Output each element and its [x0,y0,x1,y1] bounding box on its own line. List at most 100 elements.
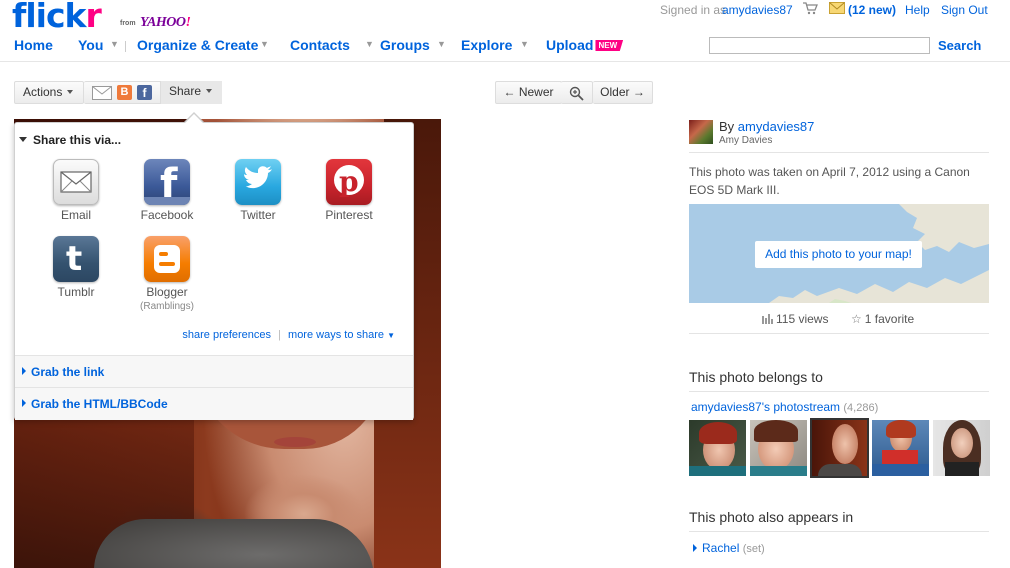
belongs-to-title: This photo belongs to [689,369,823,385]
zoom-in-icon [569,86,585,108]
yahoo-logo: YAHOO! [140,15,191,30]
owner-real-name: Amy Davies [719,135,773,146]
nav-groups[interactable]: Groups [380,37,430,53]
share-twitter-label: Twitter [240,208,276,222]
help-link[interactable]: Help [905,3,930,17]
blogger-share-icon[interactable]: B [117,85,132,100]
more-ways-to-share-link[interactable]: more ways to share ▼ [288,329,395,341]
share-twitter[interactable]: Twitter [218,159,298,222]
divider [689,152,989,153]
photostream-row: amydavies87's photostream (4,286) [691,400,878,414]
expand-arrow-icon [22,399,26,407]
username-link[interactable]: amydavies87 [722,3,793,17]
chevron-down-icon: ▼ [387,331,395,340]
nav-contacts-chevron-down-icon[interactable]: ▼ [365,39,374,49]
nav-explore-chevron-down-icon[interactable]: ▼ [520,39,529,49]
photostream-thumbnail[interactable] [933,420,990,476]
nav-explore[interactable]: Explore [461,37,512,53]
owner-byline: By amydavies87 [719,119,815,134]
grab-link-row[interactable]: Grab the link [15,355,413,387]
share-facebook-label: Facebook [140,208,194,222]
share-preferences-link[interactable]: share preferences [182,329,271,341]
photostream-link[interactable]: amydavies87's photostream [691,400,840,414]
photostream-thumbnail[interactable] [689,420,746,476]
search-input[interactable] [709,37,930,54]
cart-icon[interactable] [802,1,818,18]
mail-icon[interactable] [829,2,845,17]
collapse-caret-icon[interactable] [19,137,27,142]
share-email-label: Email [60,208,91,222]
share-facebook[interactable]: f Facebook [127,159,207,222]
link-separator: | [278,329,281,341]
photostream-thumbnail-selected[interactable] [810,418,869,478]
grab-html-row[interactable]: Grab the HTML/BBCode [15,387,413,420]
signed-in-text: Signed in as [660,3,727,17]
facebook-icon: f [144,159,190,205]
share-popup-title: Share this via... [33,133,122,147]
expand-arrow-icon [693,544,697,552]
owner-username-link[interactable]: amydavies87 [738,119,815,134]
nav-divider [125,41,126,52]
share-links: share preferences | more ways to share ▼ [182,329,395,341]
share-button[interactable]: Share [160,81,222,104]
set-type-label: (set) [742,543,765,555]
sign-out-link[interactable]: Sign Out [941,3,988,17]
nav-upload[interactable]: Upload NEW [546,37,624,53]
grab-html-label: Grab the HTML/BBCode [31,397,168,411]
grab-link-label: Grab the link [31,365,105,379]
photostream-thumbnail[interactable] [750,420,807,476]
chevron-down-icon [67,90,74,94]
share-pinterest[interactable]: p Pinterest [309,159,389,222]
favorites-count[interactable]: ☆ 1 favorite [851,312,914,326]
also-appears-title: This photo also appears in [689,509,854,525]
newer-button[interactable]: ← Newer [495,81,562,104]
nav-you-chevron-down-icon[interactable]: ▼ [110,39,119,49]
share-blogger-label: Blogger [146,285,188,299]
blogger-icon [144,236,190,282]
nav-contacts[interactable]: Contacts [290,37,350,53]
logo-from-text: from [120,20,136,27]
tumblr-icon: t [53,236,99,282]
older-button[interactable]: Older → [593,81,653,104]
nav-groups-chevron-down-icon[interactable]: ▼ [437,39,446,49]
nav-home[interactable]: Home [14,37,53,53]
expand-arrow-icon [22,367,26,375]
share-popup: Share this via... Email f Facebook Twitt… [14,122,414,420]
add-to-map-button[interactable]: Add this photo to your map! [755,241,922,268]
photostream-thumbnail[interactable] [872,420,929,476]
nav-organize-chevron-down-icon[interactable]: ▼ [260,39,269,49]
actions-button[interactable]: Actions [14,81,84,104]
share-tumblr[interactable]: t Tumblr [36,236,116,299]
nav-you[interactable]: You [78,37,103,53]
star-icon: ☆ [851,312,862,326]
photo-info-text: This photo was taken on April 7, 2012 us… [689,165,970,197]
site-header: flickr from YAHOO! Signed in as amydavie… [0,0,1010,62]
share-bar: B f Share [84,81,222,104]
facebook-share-icon[interactable]: f [137,85,152,100]
twitter-bird-icon [235,159,281,205]
nav-organize[interactable]: Organize & Create [137,37,258,53]
divider [689,333,989,334]
divider [689,531,989,532]
set-link[interactable]: Rachel [702,541,739,555]
share-blogger[interactable]: Blogger (Ramblings) [127,236,207,312]
flickr-logo[interactable]: flickr [12,0,102,36]
mail-count-link[interactable]: (12 new) [848,3,896,17]
share-tumblr-label: Tumblr [57,285,95,299]
share-email[interactable]: Email [36,159,116,222]
owner-avatar[interactable] [689,120,713,144]
views-count: 115 views [762,312,828,327]
share-blogger-sublabel: (Ramblings) [140,301,194,312]
search-button[interactable]: Search [938,38,981,53]
zoom-button[interactable] [561,81,593,104]
new-badge: NEW [595,40,624,51]
email-icon [53,159,99,205]
email-share-icon[interactable] [92,86,112,107]
chevron-down-icon [206,89,213,93]
divider [689,391,989,392]
photostream-count: (4,286) [843,402,879,414]
bar-chart-icon [762,313,773,327]
pinterest-icon: p [326,159,372,205]
set-row: Rachel (set) [693,541,765,555]
share-pinterest-label: Pinterest [325,208,373,222]
